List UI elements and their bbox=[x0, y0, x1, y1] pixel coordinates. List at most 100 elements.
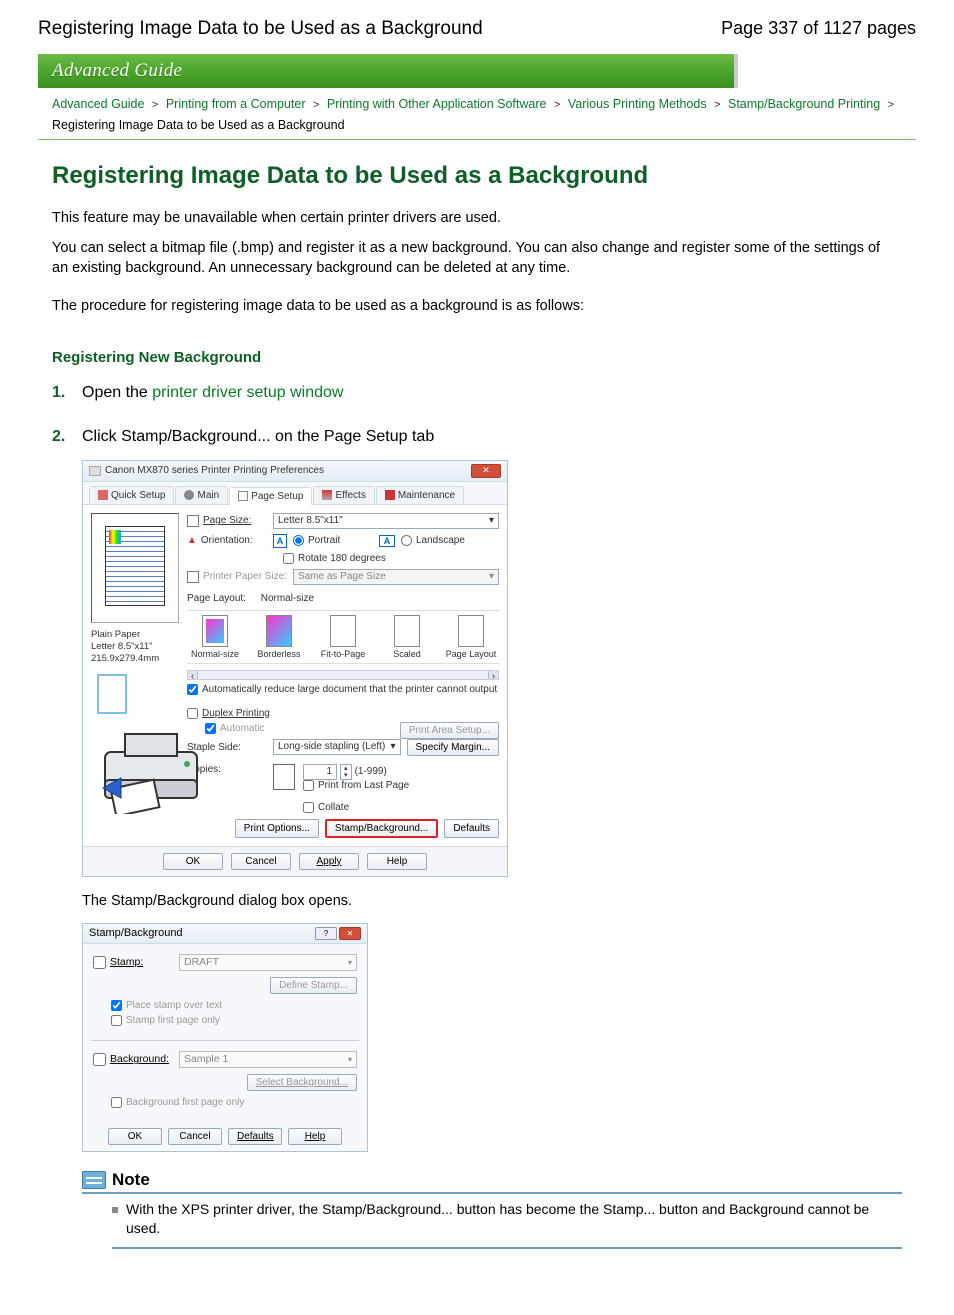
background-select[interactable]: Sample 1▾ bbox=[179, 1051, 357, 1068]
print-options-button[interactable]: Print Options... bbox=[235, 819, 319, 838]
intro-paragraph: This feature may be unavailable when cer… bbox=[52, 208, 892, 228]
stamp-checkbox[interactable]: Stamp: bbox=[93, 956, 171, 969]
cancel-button[interactable]: Cancel bbox=[231, 853, 291, 870]
define-stamp-button[interactable]: Define Stamp... bbox=[270, 977, 357, 994]
rotate-checkbox[interactable]: Rotate 180 degrees bbox=[283, 553, 386, 564]
copies-spinner[interactable]: ▴▾ bbox=[340, 764, 352, 780]
doc-title: Registering Image Data to be Used as a B… bbox=[38, 18, 483, 40]
defaults-button[interactable]: Defaults bbox=[228, 1128, 282, 1145]
dialog-title: Stamp/Background bbox=[89, 927, 183, 939]
intro-paragraph: You can select a bitmap file (.bmp) and … bbox=[52, 238, 892, 279]
printer-icon bbox=[91, 724, 211, 814]
layout-borderless[interactable]: Borderless bbox=[253, 615, 305, 659]
step-text: Click Stamp/Background... on the Page Se… bbox=[82, 428, 434, 446]
select-background-button[interactable]: Select Background... bbox=[247, 1074, 357, 1091]
help-button[interactable]: Help bbox=[367, 853, 427, 870]
tab-main[interactable]: Main bbox=[175, 486, 228, 504]
breadcrumb-link[interactable]: Various Printing Methods bbox=[568, 97, 707, 111]
printer-icon bbox=[89, 466, 101, 476]
ok-button[interactable]: OK bbox=[163, 853, 223, 870]
specify-margin-button[interactable]: Specify Margin... bbox=[407, 739, 499, 756]
breadcrumb-current: Registering Image Data to be Used as a B… bbox=[52, 118, 345, 132]
orientation-label: ▲Orientation: bbox=[187, 535, 267, 546]
layout-scaled[interactable]: Scaled bbox=[381, 615, 433, 659]
advanced-guide-banner: Advanced Guide bbox=[38, 54, 738, 88]
dialog-title: Canon MX870 series Printer Printing Pref… bbox=[89, 465, 324, 476]
tab-effects[interactable]: Effects bbox=[313, 486, 374, 504]
landscape-radio[interactable]: Landscape bbox=[401, 535, 481, 546]
page-icon bbox=[187, 571, 199, 583]
help-button[interactable]: ? bbox=[315, 927, 337, 940]
breadcrumb-sep: > bbox=[313, 99, 319, 111]
breadcrumb-link[interactable]: Advanced Guide bbox=[52, 97, 144, 111]
breadcrumb-link[interactable]: Printing from a Computer bbox=[166, 97, 306, 111]
note-heading: Note bbox=[82, 1170, 902, 1194]
staple-select[interactable]: Long-side stapling (Left)▾ bbox=[273, 739, 401, 755]
color-swatch-icon bbox=[109, 530, 121, 544]
help-button[interactable]: Help bbox=[288, 1128, 342, 1145]
tab-quick-setup[interactable]: Quick Setup bbox=[89, 486, 174, 504]
close-button[interactable]: ✕ bbox=[471, 464, 501, 478]
page-size-select[interactable]: Letter 8.5"x11"▾ bbox=[273, 513, 499, 529]
last-page-checkbox[interactable]: Print from Last Page bbox=[303, 780, 409, 791]
step-number: 1. bbox=[52, 384, 72, 402]
tab-maintenance[interactable]: Maintenance bbox=[376, 486, 464, 504]
page-preview bbox=[91, 513, 179, 623]
landscape-icon: A bbox=[379, 535, 395, 547]
duplex-checkbox[interactable]: Duplex Printing bbox=[187, 708, 270, 719]
effects-icon bbox=[322, 490, 332, 500]
defaults-button[interactable]: Defaults bbox=[444, 819, 499, 838]
printer-driver-link[interactable]: printer driver setup window bbox=[152, 384, 343, 401]
breadcrumb-sep: > bbox=[888, 99, 894, 111]
breadcrumb-sep: > bbox=[554, 99, 560, 111]
collate-checkbox[interactable]: Collate bbox=[303, 802, 409, 813]
paper-info: Plain Paper Letter 8.5"x11" 215.9x279.4m… bbox=[91, 629, 179, 666]
printer-illustration bbox=[91, 674, 179, 814]
stamp-background-dialog: Stamp/Background ? ✕ Stamp: DRAFT▾ Defin… bbox=[82, 923, 368, 1152]
copies-range: (1-999) bbox=[355, 766, 387, 777]
layout-multi[interactable]: Page Layout bbox=[445, 615, 497, 659]
breadcrumb-link[interactable]: Printing with Other Application Software bbox=[327, 97, 547, 111]
stamp-background-button[interactable]: Stamp/Background... bbox=[325, 819, 438, 838]
breadcrumb-sep: > bbox=[152, 99, 158, 111]
portrait-radio[interactable]: Portrait bbox=[293, 535, 373, 546]
background-checkbox[interactable]: Background: bbox=[93, 1053, 171, 1066]
breadcrumb-link[interactable]: Stamp/Background Printing bbox=[728, 97, 880, 111]
apply-button[interactable]: Apply bbox=[299, 853, 359, 870]
step-followup-text: The Stamp/Background dialog box opens. bbox=[82, 893, 912, 909]
maintenance-icon bbox=[385, 490, 395, 500]
copies-input[interactable]: 1 bbox=[303, 764, 337, 780]
dialog-tabs: Quick Setup Main Page Setup Effects Main… bbox=[83, 482, 507, 505]
portrait-icon: A bbox=[273, 534, 287, 548]
note-icon bbox=[82, 1171, 106, 1189]
print-area-button[interactable]: Print Area Setup... bbox=[400, 722, 499, 739]
page-size-label: Page Size: bbox=[187, 515, 267, 527]
page-icon bbox=[187, 515, 199, 527]
step-number: 2. bbox=[52, 428, 72, 446]
intro-paragraph: The procedure for registering image data… bbox=[52, 296, 892, 316]
auto-reduce-checkbox[interactable]: Automatically reduce large document that… bbox=[187, 684, 497, 695]
page-layout-value: Normal-size bbox=[261, 593, 314, 604]
page-heading: Registering Image Data to be Used as a B… bbox=[52, 162, 912, 190]
ok-button[interactable]: OK bbox=[108, 1128, 162, 1145]
quick-setup-icon bbox=[98, 490, 108, 500]
main-icon bbox=[184, 490, 194, 500]
section-heading: Registering New Background bbox=[52, 349, 912, 366]
printer-paper-select[interactable]: Same as Page Size▾ bbox=[293, 569, 499, 585]
automatic-checkbox[interactable]: Automatic bbox=[205, 723, 264, 734]
cancel-button[interactable]: Cancel bbox=[168, 1128, 222, 1145]
tab-page-setup[interactable]: Page Setup bbox=[229, 487, 312, 505]
stamp-first-page-checkbox[interactable]: Stamp first page only bbox=[111, 1015, 220, 1026]
stamp-select[interactable]: DRAFT▾ bbox=[179, 954, 357, 971]
place-over-checkbox[interactable]: Place stamp over text bbox=[111, 1000, 222, 1011]
copies-icon bbox=[273, 764, 295, 790]
layout-options: Normal-size Borderless Fit-to-Page Scale… bbox=[187, 610, 499, 664]
close-button[interactable]: ✕ bbox=[339, 927, 361, 940]
layout-normal[interactable]: Normal-size bbox=[189, 615, 241, 659]
printer-paper-label: Printer Paper Size: bbox=[187, 571, 287, 583]
layout-scrollbar[interactable]: ‹› bbox=[187, 670, 499, 680]
page-indicator: Page 337 of 1127 pages bbox=[721, 18, 916, 39]
bg-first-page-checkbox[interactable]: Background first page only bbox=[111, 1097, 244, 1108]
layout-fit[interactable]: Fit-to-Page bbox=[317, 615, 369, 659]
step-text: Open the printer driver setup window bbox=[82, 384, 343, 402]
